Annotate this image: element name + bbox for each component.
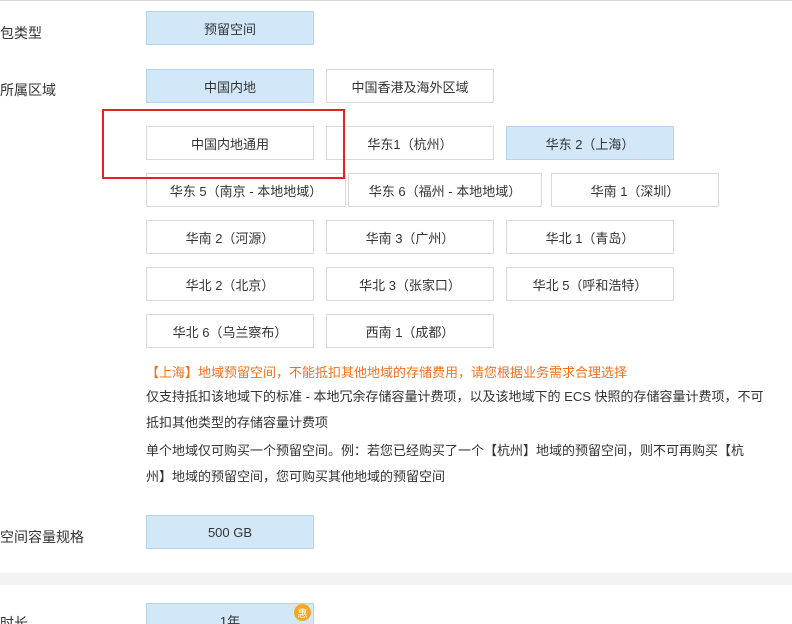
region-group-mainland[interactable]: 中国内地 <box>146 69 314 103</box>
region-option-guangzhou[interactable]: 华南 3（广州） <box>326 220 494 254</box>
region-note-line-3: 单个地域仅可购买一个预留空间。例：若您已经购买了一个【杭州】地域的预留空间，则不… <box>146 443 745 458</box>
region-option-shenzhen[interactable]: 华南 1（深圳） <box>551 173 719 207</box>
region-option-shanghai[interactable]: 华东 2（上海） <box>506 126 674 160</box>
region-note-line-1: 仅支持抵扣该地域下的标准 - 本地冗余存储容量计费项，以及该地域下的 ECS 快… <box>146 389 764 404</box>
capacity-option-500gb[interactable]: 500 GB <box>146 515 314 549</box>
duration-label: 时长 <box>0 615 28 624</box>
region-note-line-4: 州】地域的预留空间，您可购买其他地域的预留空间 <box>146 469 446 484</box>
region-option-zhangjiakou[interactable]: 华北 3（张家口） <box>326 267 494 301</box>
region-label: 所属区域 <box>0 82 56 98</box>
duration-panel: 时长 1年 <box>0 585 792 624</box>
region-note-line-2: 抵扣其他类型的存储容量计费项 <box>146 415 329 430</box>
region-group-hk-overseas[interactable]: 中国香港及海外区域 <box>326 69 494 103</box>
duration-option-1-year[interactable]: 1年 <box>146 603 314 624</box>
region-warning-note: 【上海】地域预留空间，不能抵扣其他地域的存储费用，请您根据业务需求合理选择 <box>146 365 628 380</box>
package-type-reserved-option[interactable]: 预留空间 <box>146 11 314 45</box>
region-option-wulanchabu[interactable]: 华北 6（乌兰察布） <box>146 314 314 348</box>
order-form-panel: 包类型 预留空间 所属区域 中国内地 中国香港及海外区域 中国内地通用 华东1（… <box>0 0 792 573</box>
region-option-heyuan[interactable]: 华南 2（河源） <box>146 220 314 254</box>
region-option-huhehaote[interactable]: 华北 5（呼和浩特） <box>506 267 674 301</box>
capacity-label: 空间容量规格 <box>0 529 84 545</box>
discount-badge-icon: 惠 <box>294 604 311 621</box>
region-option-hangzhou[interactable]: 华东1（杭州） <box>326 126 494 160</box>
region-option-fuzhou[interactable]: 华东 6（福州 - 本地地域） <box>348 173 542 207</box>
highlight-annotation-box <box>102 109 345 179</box>
region-option-qingdao[interactable]: 华北 1（青岛） <box>506 220 674 254</box>
region-option-beijing[interactable]: 华北 2（北京） <box>146 267 314 301</box>
region-option-chengdu[interactable]: 西南 1（成都） <box>326 314 494 348</box>
package-type-label: 包类型 <box>0 25 42 41</box>
